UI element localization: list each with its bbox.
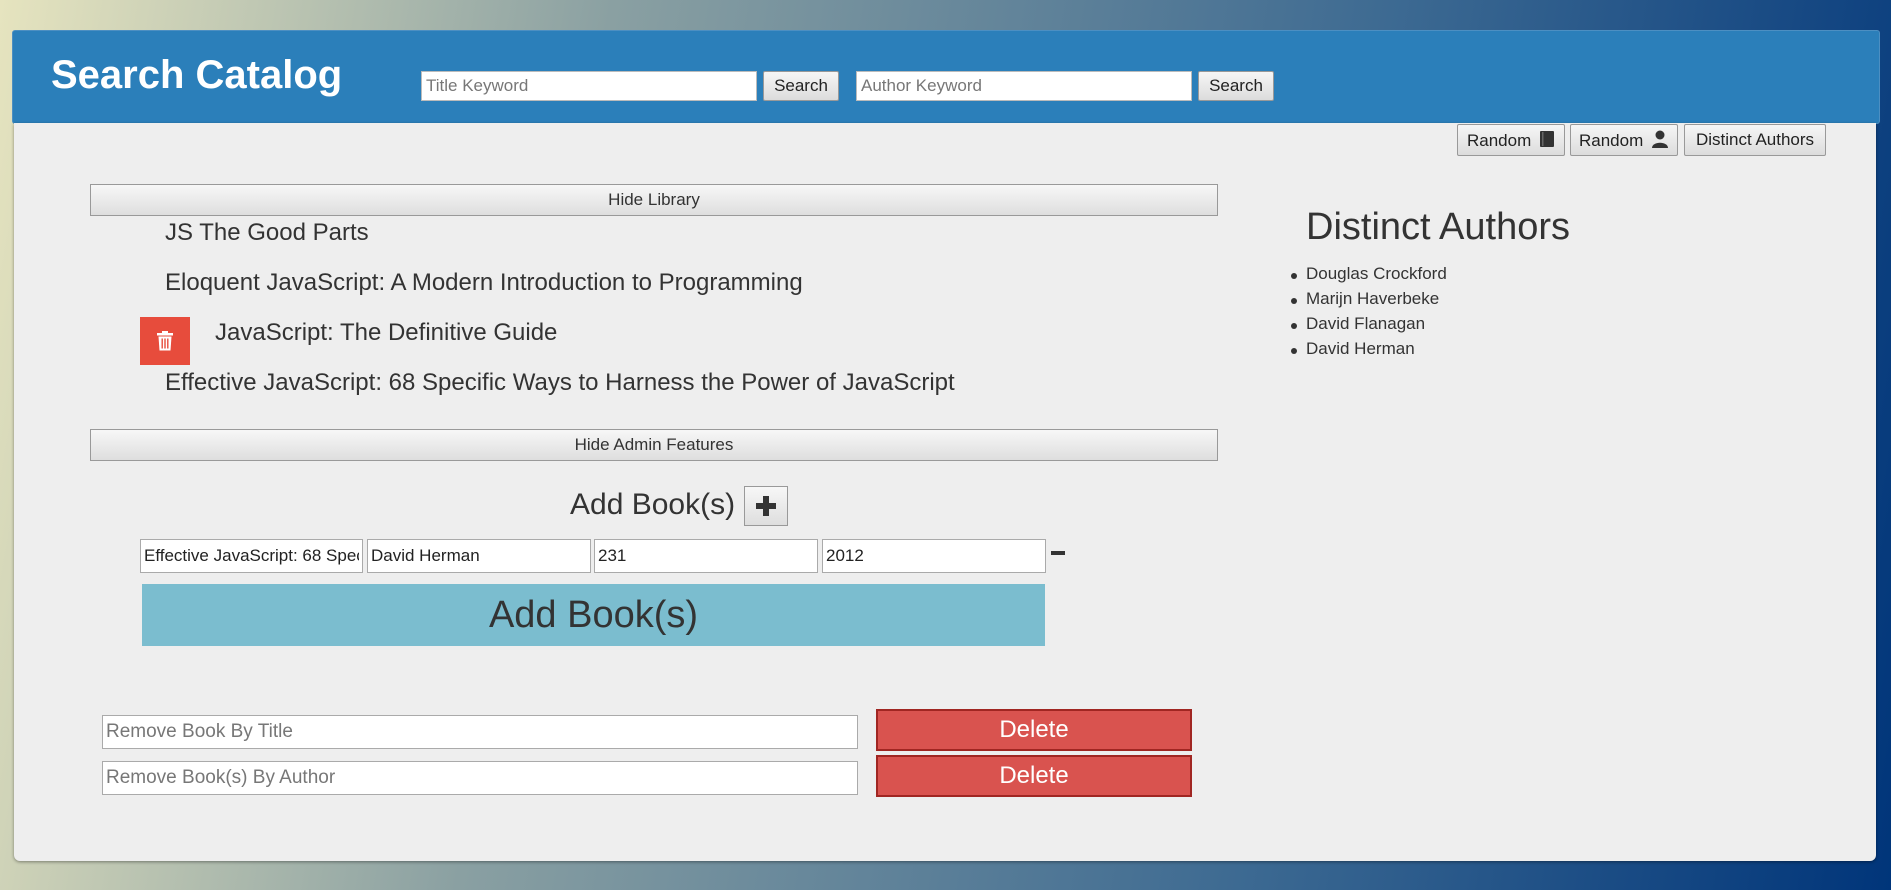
delete-book-button[interactable] [140,317,190,365]
hide-library-button[interactable]: Hide Library [90,184,1218,216]
remove-by-author-input[interactable] [102,761,858,795]
library-book[interactable]: JS The Good Parts [165,219,369,247]
distinct-authors-title: Distinct Authors [1306,206,1570,248]
library-book[interactable]: JavaScript: The Definitive Guide [215,319,557,347]
author-item: David Flanagan [1291,314,1447,339]
distinct-authors-list: Douglas Crockford Marijn Haverbeke David… [1291,264,1447,364]
header-bar: Search Catalog Search Search [12,30,1880,124]
new-book-title-input[interactable] [140,539,363,573]
random-author-button[interactable]: Random [1570,124,1678,156]
new-book-author-input[interactable] [367,539,591,573]
author-search-button[interactable]: Search [1198,71,1274,101]
author-keyword-input[interactable] [856,71,1192,101]
random-book-label: Random [1467,130,1532,150]
book-icon [1540,130,1554,147]
title-search-button[interactable]: Search [763,71,839,101]
author-item: Douglas Crockford [1291,264,1447,289]
delete-by-author-button[interactable]: Delete [876,755,1192,797]
remove-by-title-input[interactable] [102,715,858,749]
add-books-heading: Add Book(s) [570,488,736,521]
trash-icon [157,331,173,351]
new-book-pages-input[interactable] [594,539,818,573]
distinct-authors-button[interactable]: Distinct Authors [1684,124,1826,156]
library-book[interactable]: Effective JavaScript: 68 Specific Ways t… [165,369,955,397]
author-item: David Herman [1291,339,1447,364]
add-row-button[interactable] [744,486,788,526]
add-books-button[interactable]: Add Book(s) [142,584,1045,646]
plus-icon [756,496,776,516]
delete-by-title-button[interactable]: Delete [876,709,1192,751]
app-title: Search Catalog [51,53,343,97]
remove-row-icon[interactable] [1051,551,1065,555]
user-icon [1652,130,1668,148]
library-book[interactable]: Eloquent JavaScript: A Modern Introducti… [165,269,803,297]
author-item: Marijn Haverbeke [1291,289,1447,314]
title-keyword-input[interactable] [421,71,757,101]
random-author-label: Random [1579,130,1644,150]
new-book-year-input[interactable] [822,539,1046,573]
hide-admin-button[interactable]: Hide Admin Features [90,429,1218,461]
random-book-button[interactable]: Random [1457,124,1565,156]
